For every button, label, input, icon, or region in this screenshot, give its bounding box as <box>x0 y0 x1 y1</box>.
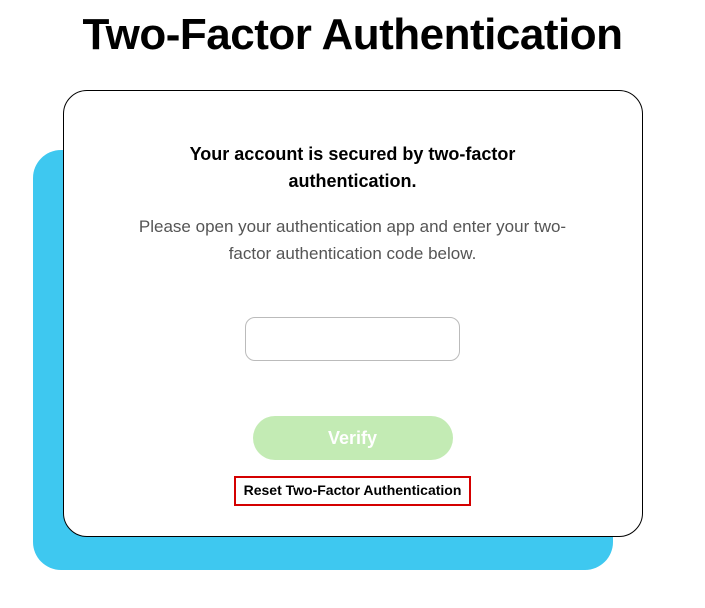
reset-link-highlight: Reset Two-Factor Authentication <box>234 476 472 506</box>
verify-button[interactable]: Verify <box>253 416 453 460</box>
secured-message: Your account is secured by two-factor au… <box>124 141 582 195</box>
two-factor-code-input[interactable] <box>245 317 460 361</box>
page-title: Two-Factor Authentication <box>0 10 705 60</box>
reset-two-factor-link[interactable]: Reset Two-Factor Authentication <box>244 482 462 498</box>
instruction-message: Please open your authentication app and … <box>124 213 582 267</box>
auth-card-container: Your account is secured by two-factor au… <box>63 90 643 537</box>
auth-card: Your account is secured by two-factor au… <box>63 90 643 537</box>
